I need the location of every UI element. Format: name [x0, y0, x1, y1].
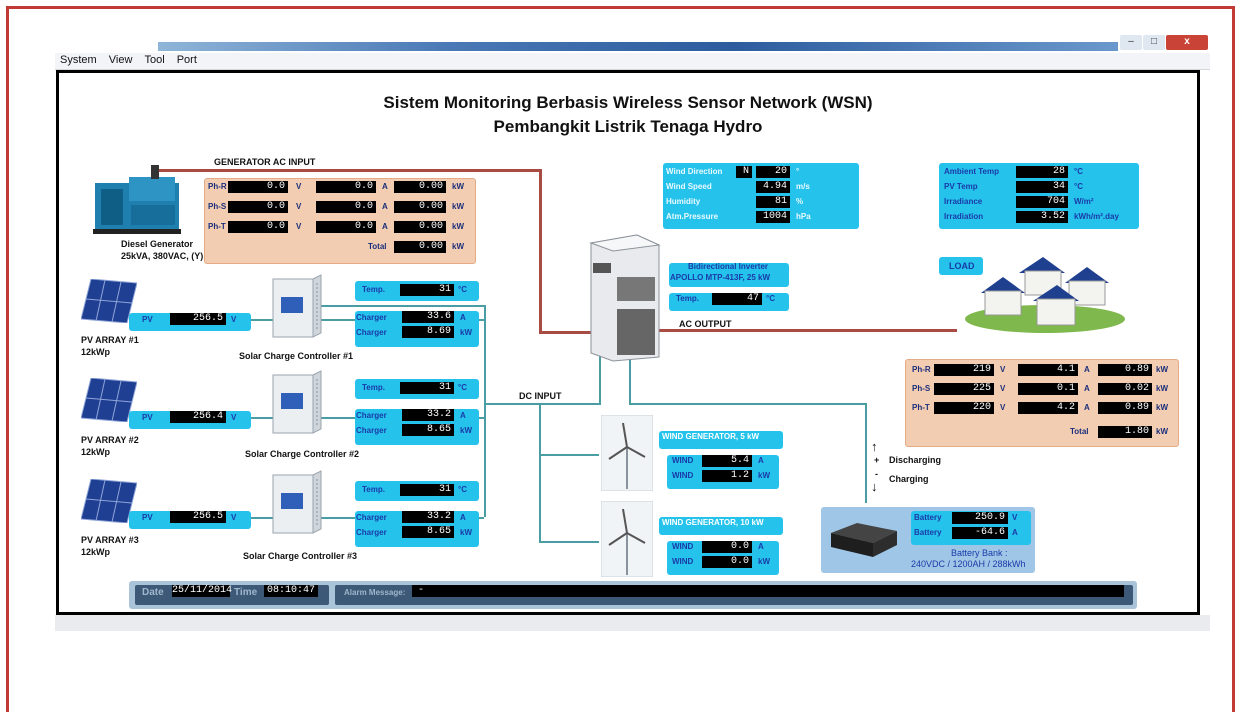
dc-wire	[484, 305, 486, 517]
charge-controller-icon	[272, 274, 322, 338]
controller-temp-box	[355, 281, 479, 301]
charge-controller-icon	[272, 470, 322, 534]
inverter-title-box	[669, 263, 789, 287]
status-strip	[55, 615, 1210, 631]
pv-array-label: PV ARRAY #3	[81, 535, 139, 545]
wind-title-box	[659, 431, 783, 449]
dc-wire	[865, 403, 867, 503]
controller-label: Solar Charge Controller #1	[239, 351, 354, 361]
pv-array-label: PV ARRAY #1	[81, 335, 139, 345]
maximize-button[interactable]: □	[1143, 35, 1165, 50]
dc-wire	[629, 403, 867, 405]
window-controls: – □ x	[1120, 35, 1210, 52]
battery-readings	[911, 511, 1031, 545]
wind-readings-box	[667, 541, 779, 575]
menu-system[interactable]: System	[55, 53, 101, 66]
ac-wire	[159, 169, 541, 172]
ac-output-label: AC OUTPUT	[679, 319, 732, 329]
pv-array-kwp: 12kWp	[81, 547, 111, 557]
battery-bank-title: Battery Bank :	[951, 548, 1008, 558]
pv-array-label: PV ARRAY #2	[81, 435, 139, 445]
charge-controller-icon	[272, 370, 322, 434]
dc-wire	[486, 403, 601, 405]
charger-box	[355, 409, 479, 445]
wind-turbine-icon	[601, 415, 653, 491]
pv-array-kwp: 12kWp	[81, 447, 111, 457]
close-button[interactable]: x	[1166, 35, 1208, 50]
pv-voltage-box	[129, 511, 251, 529]
pv-voltage-box	[129, 313, 251, 331]
window-titlebar[interactable]	[158, 42, 1118, 51]
menu-bar: System View Tool Port	[55, 53, 1210, 70]
controller-temp-box	[355, 379, 479, 399]
discharge-sign: +	[874, 455, 880, 465]
load-readings	[905, 359, 1179, 447]
page-title: Sistem Monitoring Berbasis Wireless Sens…	[383, 93, 873, 112]
battery-bank-spec: 240VDC / 1200AH / 288kWh	[911, 559, 1026, 569]
charger-box	[355, 511, 479, 547]
discharging-arrow-icon: ↑	[871, 439, 878, 454]
dc-wire	[539, 403, 541, 543]
inverter-temp-box	[669, 293, 789, 311]
inverter-cabinet-icon	[589, 234, 661, 362]
dc-input-label: DC INPUT	[519, 391, 562, 401]
ac-wire	[637, 329, 957, 332]
diesel-generator-icon	[93, 165, 181, 234]
pv-array-kwp: 12kWp	[81, 347, 111, 357]
charging-arrow-icon: ↓	[871, 479, 878, 494]
charger-box	[355, 311, 479, 347]
generator-section-label: GENERATOR AC INPUT	[214, 157, 316, 167]
generator-readings	[204, 178, 476, 264]
discharging-label: Discharging	[889, 455, 942, 465]
battery-bank-icon	[831, 523, 897, 557]
menu-port[interactable]: Port	[172, 53, 201, 66]
menu-tool[interactable]: Tool	[139, 53, 168, 66]
ac-wire	[539, 169, 542, 332]
controller-label: Solar Charge Controller #2	[245, 449, 360, 459]
dc-wire	[319, 305, 486, 307]
minimize-button[interactable]: –	[1120, 35, 1142, 50]
weather-box	[663, 163, 859, 229]
houses-icon	[965, 257, 1125, 333]
controller-temp-box	[355, 481, 479, 501]
dc-wire	[539, 454, 599, 456]
date-time-group	[135, 585, 329, 605]
controller-label: Solar Charge Controller #3	[243, 551, 358, 561]
dc-wire	[539, 541, 599, 543]
wind-title-box	[659, 517, 783, 535]
pv-voltage-box	[129, 411, 251, 429]
generator-name: Diesel Generator	[121, 239, 194, 249]
page-subtitle: Pembangkit Listrik Tenaga Hydro	[493, 117, 763, 136]
status-bar	[129, 581, 1137, 609]
charging-label: Charging	[889, 474, 929, 484]
wind-readings-box	[667, 455, 779, 489]
monitoring-panel: Sistem Monitoring Berbasis Wireless Sens…	[56, 70, 1200, 615]
charge-sign: -	[875, 469, 878, 479]
alarm-group	[335, 585, 1133, 605]
ambient-box	[939, 163, 1139, 229]
wind-turbine-icon	[601, 501, 653, 577]
menu-view[interactable]: View	[104, 53, 137, 66]
